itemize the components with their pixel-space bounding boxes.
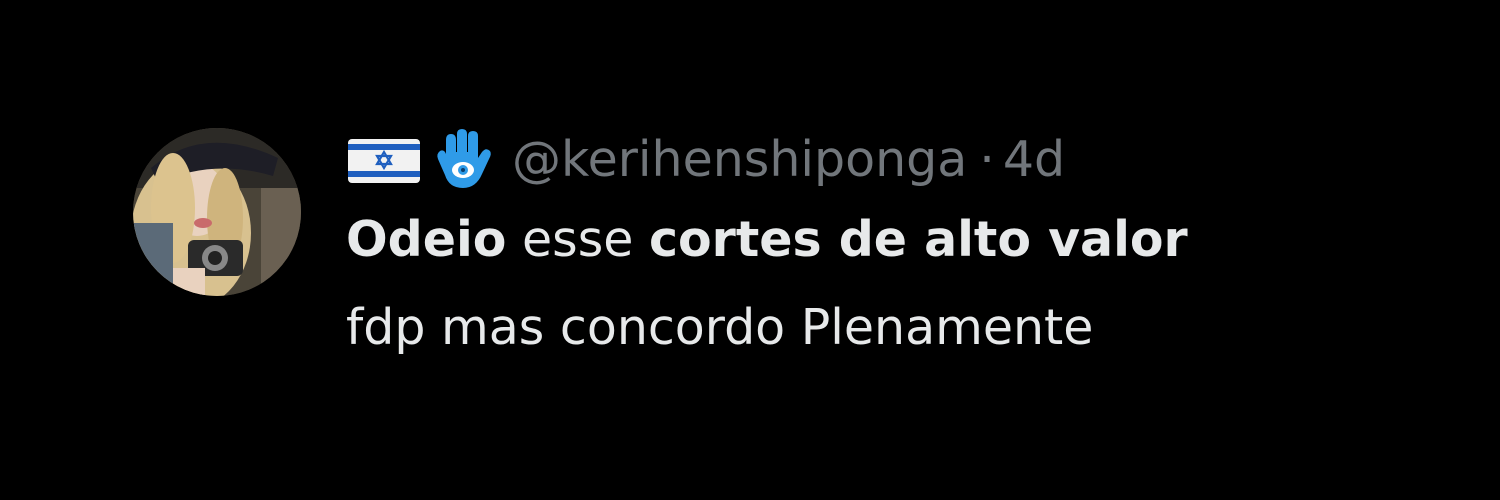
tweet-header: @kerihenshiponga · 4d	[346, 128, 1466, 192]
user-handle[interactable]: @kerihenshiponga	[512, 128, 967, 192]
user-avatar-icon	[133, 128, 301, 296]
hamsa-icon	[437, 129, 491, 188]
tweet-text-bold-2: cortes de alto valor	[648, 211, 1188, 268]
tweet[interactable]: @kerihenshiponga · 4d Odeio esse cortes …	[133, 128, 1473, 368]
tweet-content: @kerihenshiponga · 4d Odeio esse cortes …	[346, 128, 1466, 372]
tweet-text-line-1: Odeio esse cortes de alto valor	[346, 196, 1466, 284]
israel-flag-icon	[348, 139, 420, 183]
timestamp[interactable]: 4d	[1003, 128, 1065, 192]
avatar[interactable]	[133, 128, 301, 296]
tweet-text-bold-1: Odeio	[346, 211, 507, 268]
separator: ·	[979, 131, 995, 188]
tweet-text-plain-1: esse	[506, 211, 649, 268]
tweet-text: Odeio esse cortes de alto valor fdp mas …	[346, 196, 1466, 372]
tweet-text-line-2: fdp mas concordo Plenamente	[346, 299, 1094, 356]
